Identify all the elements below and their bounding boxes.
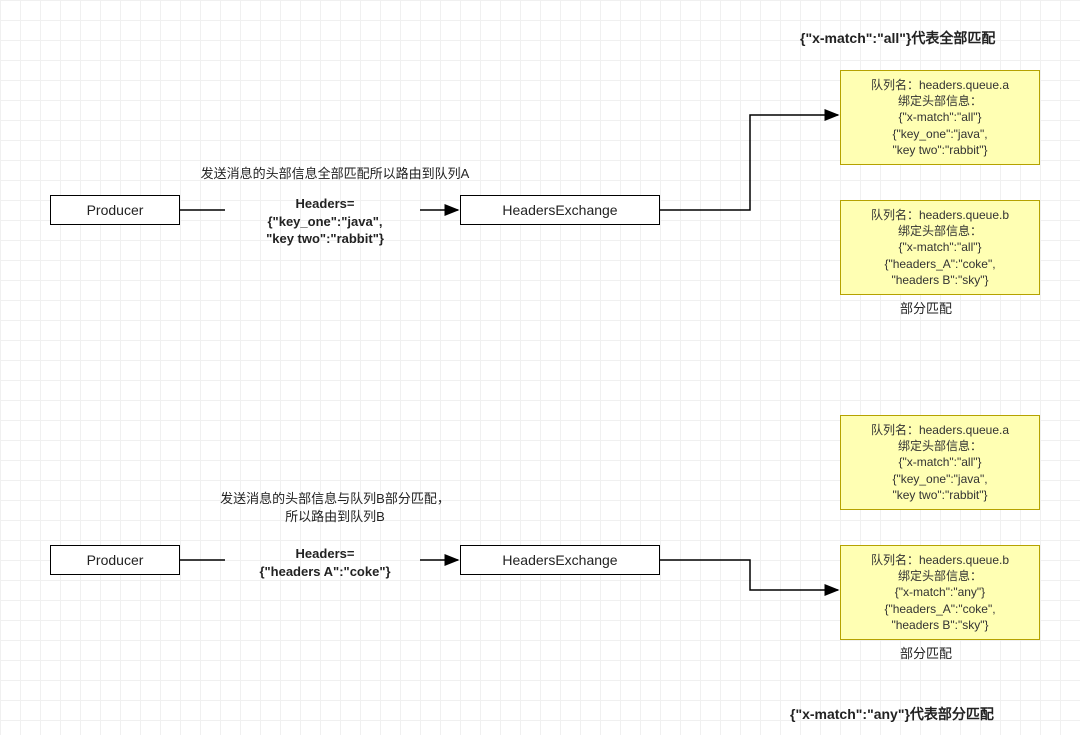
queue-a-1-l5: "key two":"rabbit"}: [849, 142, 1031, 158]
queue-a-2-l3: {"x-match":"all"}: [849, 454, 1031, 470]
exchange-label-1: HeadersExchange: [502, 202, 617, 218]
queue-b-1-l4: {"headers_A":"coke",: [849, 256, 1031, 272]
queue-a-2: 队列名：headers.queue.a 绑定头部信息： {"x-match":"…: [840, 415, 1040, 510]
exchange-box-2: HeadersExchange: [460, 545, 660, 575]
queue-b-2: 队列名：headers.queue.b 绑定头部信息： {"x-match":"…: [840, 545, 1040, 640]
caption-2-l1: 发送消息的头部信息与队列B部分匹配，: [220, 491, 450, 506]
headers-line1-1: {"key_one":"java",: [230, 213, 420, 231]
queue-b-1-l3: {"x-match":"all"}: [849, 239, 1031, 255]
title-any-match: {"x-match":"any"}代表部分匹配: [790, 704, 994, 724]
headers-title-1: Headers=: [230, 195, 420, 213]
headers-block-1: Headers= {"key_one":"java", "key two":"r…: [230, 195, 420, 248]
producer-label-1: Producer: [87, 202, 144, 218]
headers-title-2: Headers=: [230, 545, 420, 563]
exchange-box-1: HeadersExchange: [460, 195, 660, 225]
queue-a-2-l1: 队列名：headers.queue.a: [849, 422, 1031, 438]
queue-b-1: 队列名：headers.queue.b 绑定头部信息： {"x-match":"…: [840, 200, 1040, 295]
queue-b-1-l5: "headers B":"sky"}: [849, 272, 1031, 288]
queue-b-2-l3: {"x-match":"any"}: [849, 584, 1031, 600]
queue-a-1-l2: 绑定头部信息：: [849, 93, 1031, 109]
queue-a-2-l4: {"key_one":"java",: [849, 471, 1031, 487]
headers-line2-1: "key two":"rabbit"}: [230, 230, 420, 248]
partial-label-1: 部分匹配: [900, 300, 952, 318]
queue-a-2-l2: 绑定头部信息：: [849, 438, 1031, 454]
caption-1: 发送消息的头部信息全部匹配所以路由到队列A: [200, 165, 470, 183]
caption-2-l2: 所以路由到队列B: [285, 509, 385, 524]
title-all-match: {"x-match":"all"}代表全部匹配: [800, 28, 995, 48]
queue-b-1-l2: 绑定头部信息：: [849, 223, 1031, 239]
queue-a-1: 队列名：headers.queue.a 绑定头部信息： {"x-match":"…: [840, 70, 1040, 165]
queue-a-1-l3: {"x-match":"all"}: [849, 109, 1031, 125]
queue-a-1-l4: {"key_one":"java",: [849, 126, 1031, 142]
producer-box-2: Producer: [50, 545, 180, 575]
queue-b-2-l4: {"headers_A":"coke",: [849, 601, 1031, 617]
queue-a-2-l5: "key two":"rabbit"}: [849, 487, 1031, 503]
queue-b-1-l1: 队列名：headers.queue.b: [849, 207, 1031, 223]
caption-2: 发送消息的头部信息与队列B部分匹配， 所以路由到队列B: [200, 490, 470, 526]
exchange-label-2: HeadersExchange: [502, 552, 617, 568]
headers-line1-2: {"headers A":"coke"}: [230, 563, 420, 581]
producer-label-2: Producer: [87, 552, 144, 568]
queue-b-2-l5: "headers B":"sky"}: [849, 617, 1031, 633]
partial-label-2: 部分匹配: [900, 645, 952, 663]
headers-block-2: Headers= {"headers A":"coke"}: [230, 545, 420, 580]
queue-b-2-l2: 绑定头部信息：: [849, 568, 1031, 584]
producer-box-1: Producer: [50, 195, 180, 225]
queue-a-1-l1: 队列名：headers.queue.a: [849, 77, 1031, 93]
queue-b-2-l1: 队列名：headers.queue.b: [849, 552, 1031, 568]
